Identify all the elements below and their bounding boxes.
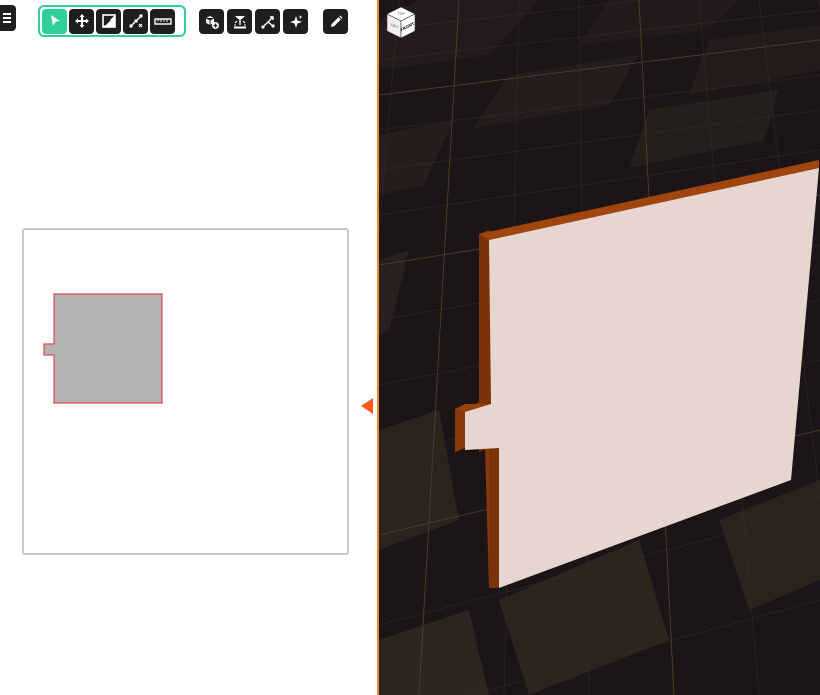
part-shape[interactable]: [43, 293, 163, 404]
measure-tool-button[interactable]: [150, 8, 175, 34]
laser-button[interactable]: [227, 9, 252, 34]
edit-button[interactable]: [323, 9, 348, 34]
branch-arrows-icon: [260, 15, 275, 29]
pencil-icon: [330, 15, 342, 27]
action-toolbar: [199, 9, 308, 34]
resize-tool-button[interactable]: [96, 8, 121, 34]
move-tool-button[interactable]: [69, 8, 94, 34]
part-outline-2d[interactable]: [24, 230, 347, 553]
sparkle-icon: [289, 14, 302, 28]
app-window: TOP LEFT FRONT: [0, 0, 820, 695]
svg-text:TOP: TOP: [396, 12, 404, 16]
add-part-button[interactable]: [199, 9, 224, 34]
resize-square-icon: [101, 14, 116, 28]
connect-button[interactable]: [255, 9, 280, 34]
3d-scene[interactable]: [379, 0, 820, 695]
laser-beam-icon: [233, 15, 246, 28]
view-cube[interactable]: TOP LEFT FRONT: [383, 4, 419, 40]
edit-nodes-tool-button[interactable]: [123, 8, 148, 34]
collapse-left-arrow-icon[interactable]: [361, 398, 373, 414]
menu-button[interactable]: [0, 5, 16, 31]
ruler-icon: [153, 18, 172, 25]
node-path-icon: [129, 14, 142, 28]
sheet-editor-pane[interactable]: [0, 0, 378, 695]
edit-toolbar: [323, 9, 348, 34]
3d-preview-pane[interactable]: TOP LEFT FRONT: [379, 0, 820, 695]
select-tool-button[interactable]: [42, 8, 67, 34]
mode-tool-group: [38, 5, 186, 37]
cursor-arrow-icon: [50, 15, 60, 26]
material-sheet[interactable]: [22, 228, 349, 555]
magic-button[interactable]: [283, 9, 308, 34]
hamburger-icon: [3, 13, 11, 23]
cube-add-icon: [205, 15, 219, 29]
move-arrows-icon: [74, 14, 89, 28]
